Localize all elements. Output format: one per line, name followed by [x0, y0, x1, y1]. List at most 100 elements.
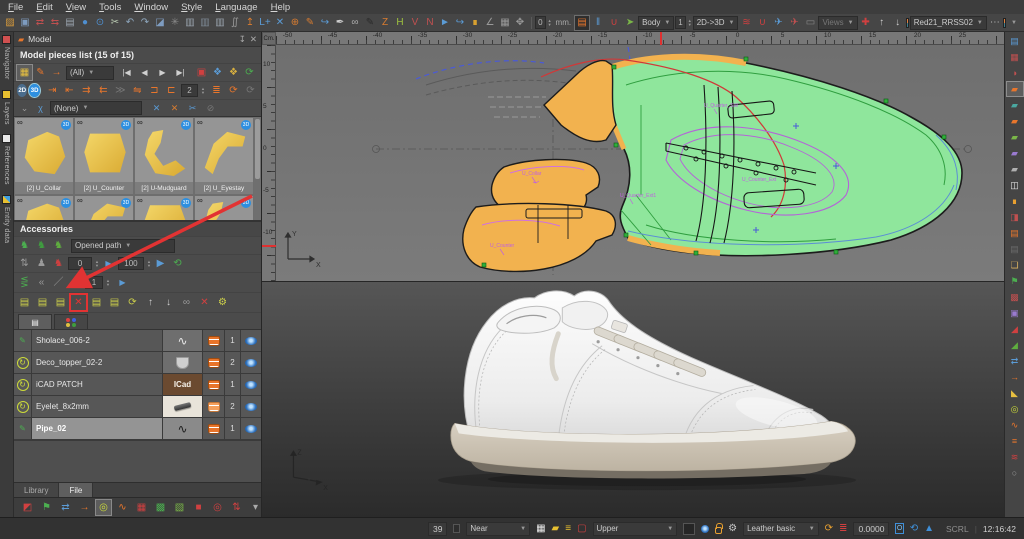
- palette-dropdown[interactable]: Red21_RRSS02▼: [910, 16, 987, 30]
- shoe-red-icon[interactable]: ◢: [1007, 322, 1023, 336]
- shoe-orange-icon[interactable]: ∿: [115, 500, 130, 515]
- pair-in-icon[interactable]: ⇇: [96, 83, 111, 98]
- acc-delete-icon[interactable]: ✕: [197, 295, 212, 310]
- hook-icon[interactable]: ↪: [453, 16, 467, 30]
- arrow-orange2-icon[interactable]: →: [1007, 370, 1023, 384]
- origin-icon[interactable]: O: [895, 523, 903, 534]
- lips2-icon[interactable]: ∪: [755, 16, 769, 30]
- last-piece-icon[interactable]: ▶|: [173, 65, 188, 80]
- offset-stepper[interactable]: ▲▼: [548, 19, 552, 27]
- flag-check-icon[interactable]: ⚑: [39, 500, 54, 515]
- delete-point-icon[interactable]: ✕: [273, 16, 287, 30]
- swap-icon[interactable]: ⇋: [130, 83, 145, 98]
- offset-field[interactable]: 0: [535, 16, 545, 29]
- menu-item[interactable]: View: [66, 2, 86, 13]
- person-filter-icon[interactable]: χ: [33, 101, 48, 116]
- acc-cursor-icon[interactable]: ▶: [101, 256, 116, 271]
- piece-thumbnail[interactable]: ∞ 3D [2] U_Collar: [14, 117, 74, 195]
- stack-b-icon[interactable]: ⊏: [164, 83, 179, 98]
- shoe-green-panel-icon[interactable]: ▰: [1007, 130, 1023, 144]
- acc-link-icon[interactable]: ∞: [179, 295, 194, 310]
- pieces-multi-icon[interactable]: ▦: [134, 500, 149, 515]
- red-frame-icon[interactable]: ▢: [577, 523, 586, 534]
- panel-orange-icon[interactable]: ▤: [1007, 226, 1023, 240]
- acc-gear-icon[interactable]: ⚙: [215, 295, 230, 310]
- color-drop-icon[interactable]: ●: [78, 16, 92, 30]
- size-counter-field[interactable]: 39: [428, 522, 447, 536]
- stripes-icon[interactable]: ≋: [739, 16, 753, 30]
- target-yellow-icon[interactable]: ◎: [1007, 402, 1023, 416]
- flag-green-icon[interactable]: ⚑: [1007, 274, 1023, 288]
- eraser-icon[interactable]: ◪: [153, 16, 167, 30]
- redo-icon[interactable]: ↷: [138, 16, 152, 30]
- shoe-teal-panel-icon[interactable]: ▰: [1007, 98, 1023, 112]
- measure-icon[interactable]: ∠: [483, 16, 497, 30]
- side-tab[interactable]: Navigator: [2, 35, 11, 80]
- shoe-blue-icon[interactable]: ▲: [924, 523, 934, 534]
- step-field[interactable]: 0: [68, 257, 92, 270]
- visibility-eye-icon[interactable]: [245, 425, 257, 433]
- select-cursor-icon[interactable]: ►: [438, 16, 452, 30]
- lock-panel-icon[interactable]: ∎: [1007, 194, 1023, 208]
- menu-item[interactable]: Edit: [36, 2, 52, 13]
- piece-thumbnail-partial[interactable]: ∞ 3D: [74, 195, 134, 220]
- refresh-blue-icon[interactable]: ⟲: [910, 523, 918, 534]
- save-as-icon[interactable]: ▤: [63, 16, 77, 30]
- material-basket-icon[interactable]: [208, 380, 220, 390]
- palette-add-icon[interactable]: [1003, 18, 1006, 28]
- visibility-eye-icon[interactable]: [245, 403, 257, 411]
- last-green-icon[interactable]: ➤: [623, 16, 637, 30]
- width-field[interactable]: 1: [85, 276, 103, 289]
- curve-orange-icon[interactable]: ∿: [1007, 418, 1023, 432]
- x-cursor-icon[interactable]: ✕: [167, 101, 182, 116]
- flatten-icon[interactable]: ▤: [575, 16, 589, 30]
- edit-piece-icon[interactable]: ✎: [33, 65, 48, 80]
- view-2d-toggle[interactable]: 2D: [17, 84, 27, 97]
- material-basket-icon[interactable]: [208, 402, 220, 412]
- side-tab[interactable]: References: [2, 134, 11, 185]
- accessory-row[interactable]: ↻ iCAD PATCH ICad 1: [14, 374, 261, 396]
- shoe-orange-panel-icon[interactable]: ▰: [1007, 82, 1023, 96]
- ring-yellow-icon[interactable]: ◎: [96, 500, 111, 515]
- panel-blue-icon[interactable]: ▤: [1007, 34, 1023, 48]
- menu-item[interactable]: Tools: [99, 2, 121, 13]
- zoom-tool-icon[interactable]: ⊙: [93, 16, 107, 30]
- tab-library[interactable]: Library: [14, 483, 59, 497]
- squares-purple-icon[interactable]: ▣: [1007, 306, 1023, 320]
- badge-red-icon[interactable]: ▩: [1007, 290, 1023, 304]
- stack-orange-icon[interactable]: ≡: [1007, 434, 1023, 448]
- count-field[interactable]: 1: [675, 16, 685, 29]
- wing-blue-icon[interactable]: ✈: [771, 16, 785, 30]
- acc-cursor2-icon[interactable]: ▶: [153, 256, 168, 271]
- piece-thumbnail-partial[interactable]: ∞ 3D: [134, 195, 194, 220]
- grid-transform-icon[interactable]: ▦: [498, 16, 512, 30]
- layer-visibility-icon[interactable]: [701, 525, 709, 533]
- move-all-icon[interactable]: ✥: [513, 16, 527, 30]
- accessory-row[interactable]: ✎ Pipe_02 ∿ 1: [14, 418, 261, 440]
- menu-item[interactable]: Style: [181, 2, 202, 13]
- x-off-icon[interactable]: ⊘: [203, 101, 218, 116]
- section-icon[interactable]: ∬: [228, 16, 242, 30]
- first-piece-icon[interactable]: |◀: [119, 65, 134, 80]
- line-add-icon[interactable]: L+: [258, 16, 272, 30]
- shoe-gray-panel-icon[interactable]: ▰: [1007, 162, 1023, 176]
- color-swatch[interactable]: [683, 523, 695, 535]
- near-dropdown[interactable]: Near▼: [466, 522, 530, 536]
- yellow-layers-icon[interactable]: ≡: [565, 523, 571, 534]
- material-dropdown[interactable]: Leather basic▼: [743, 522, 819, 536]
- piece-thumbnail-partial[interactable]: ∞ 3D: [14, 195, 74, 220]
- break-apart-icon[interactable]: ✕: [71, 295, 86, 310]
- acc-creature-icon[interactable]: ♞: [51, 256, 66, 271]
- accessory-row[interactable]: ↻ Deco_topper_02-2 2: [14, 352, 261, 374]
- folders-icon[interactable]: ❏: [1007, 258, 1023, 272]
- acc-collapse-icon[interactable]: «: [34, 275, 49, 290]
- piece-thumbnail[interactable]: ∞ 3D [2] U-Mudguard: [134, 117, 194, 195]
- visibility-eye-icon[interactable]: [245, 381, 257, 389]
- grid-multi-icon[interactable]: ▩: [153, 500, 168, 515]
- arrows-red-icon[interactable]: ⇅: [229, 500, 244, 515]
- unlock-icon[interactable]: [715, 527, 722, 534]
- views-dropdown[interactable]: Views▼: [818, 16, 857, 30]
- cut-icon[interactable]: ✂: [108, 16, 122, 30]
- copy-icon[interactable]: ▥: [183, 16, 197, 30]
- pattern-drawing[interactable]: U_Collar U_Counter U_Quarter_SW U_Quarte…: [276, 45, 1004, 281]
